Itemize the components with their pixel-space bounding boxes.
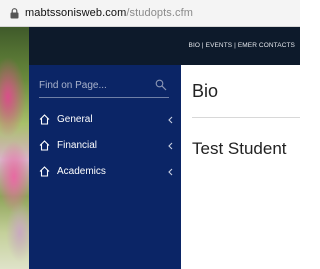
- header-photo: [0, 27, 29, 269]
- lock-icon: [10, 8, 19, 19]
- sidebar-item-academics[interactable]: Academics: [39, 164, 176, 182]
- top-nav-links[interactable]: BIO | EVENTS | EMER CONTACTS: [189, 42, 295, 49]
- top-navigation-bar: BIO | EVENTS | EMER CONTACTS: [29, 27, 300, 65]
- student-name: Test Student: [192, 139, 287, 158]
- sidebar-item-label: Academics: [57, 166, 106, 177]
- browser-address-bar[interactable]: mabtssonisweb.com/studopts.cfm: [0, 0, 300, 27]
- title-divider: [192, 117, 300, 118]
- app-root: mabtssonisweb.com/studopts.cfm BIO | EVE…: [0, 0, 300, 269]
- sidebar-item-financial[interactable]: Financial: [39, 138, 176, 156]
- home-icon: [39, 140, 50, 151]
- sidebar-item-label: Financial: [57, 140, 98, 151]
- url-domain: mabtssonisweb.com: [25, 7, 127, 19]
- find-on-page-placeholder: Find on Page...: [39, 80, 107, 91]
- sidebar-item-label: General: [57, 114, 93, 125]
- main-content: Bio Test Student: [181, 65, 300, 269]
- home-icon: [39, 114, 50, 125]
- url-path: /studopts.cfm: [126, 7, 194, 19]
- sidebar: Find on Page... General Financial Academ…: [29, 65, 181, 269]
- search-icon[interactable]: [155, 79, 167, 91]
- chevron-left-icon: [168, 142, 173, 150]
- chevron-left-icon: [168, 116, 173, 124]
- chevron-left-icon: [168, 168, 173, 176]
- sidebar-item-general[interactable]: General: [39, 112, 176, 130]
- home-icon: [39, 166, 50, 177]
- find-on-page-input[interactable]: Find on Page...: [39, 78, 169, 98]
- browser-url[interactable]: mabtssonisweb.com/studopts.cfm: [25, 7, 193, 19]
- page-title: Bio: [192, 81, 219, 101]
